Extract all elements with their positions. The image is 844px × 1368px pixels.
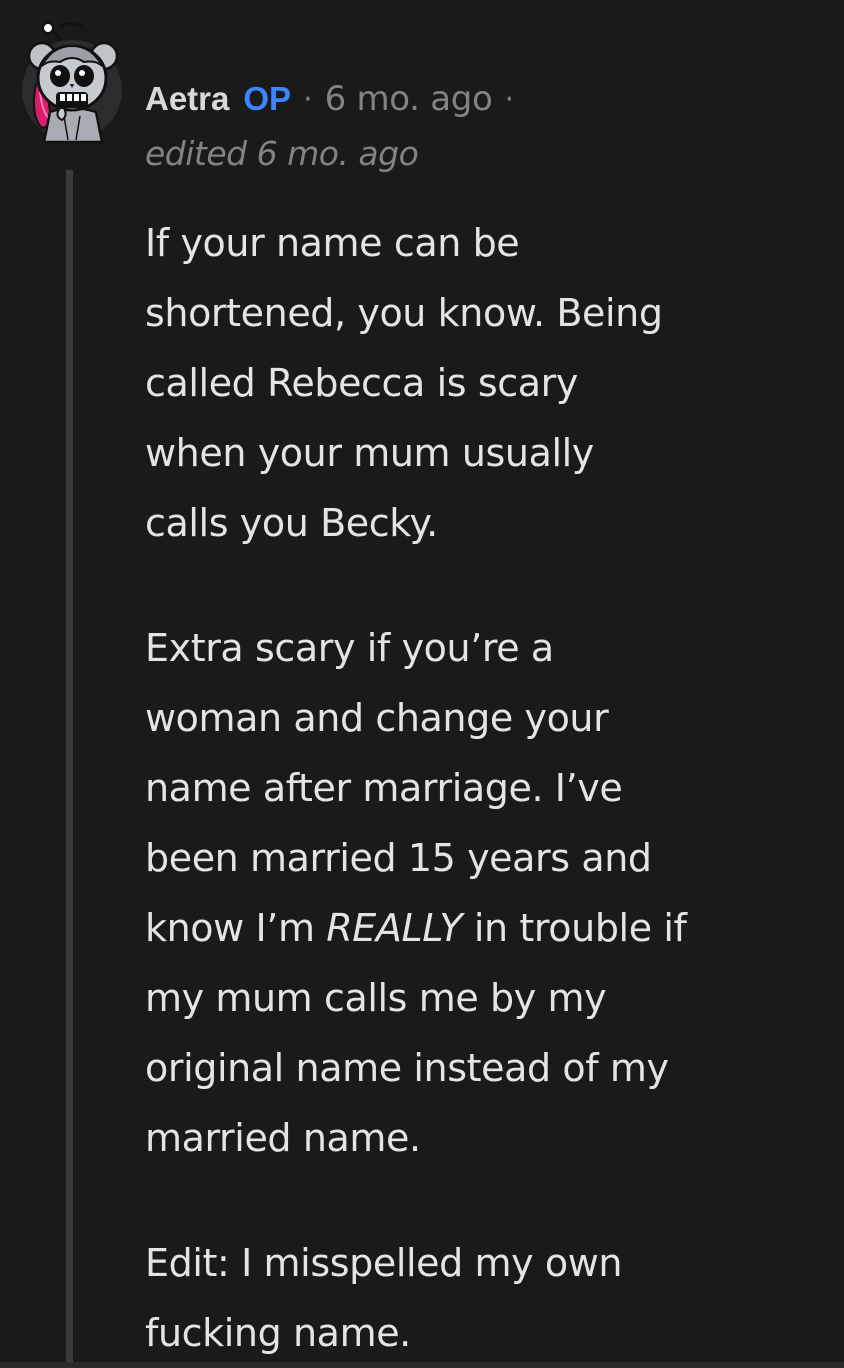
- text-line-fragment: know I’m: [145, 906, 327, 950]
- comment-paragraph-3: Edit: I misspelled my own fucking name.: [145, 1228, 825, 1368]
- text-line: name after marriage. I’ve: [145, 766, 623, 810]
- text-line: woman and change your: [145, 696, 609, 740]
- emphasis-text: REALLY: [326, 906, 463, 950]
- user-avatar[interactable]: [20, 20, 124, 144]
- comment-timestamp[interactable]: 6 mo. ago: [325, 79, 493, 119]
- text-line: If your name can be: [145, 221, 520, 265]
- text-line: calls you Becky.: [145, 501, 438, 545]
- text-line: my mum calls me by my: [145, 976, 607, 1020]
- comment-body: If your name can be shortened, you know.…: [145, 208, 825, 1368]
- bottom-divider: [0, 1362, 844, 1368]
- comment-meta: Aetra OP · 6 mo. ago ·: [145, 74, 526, 124]
- comment-paragraph-1: If your name can be shortened, you know.…: [145, 208, 825, 558]
- meta-separator: ·: [303, 81, 313, 117]
- op-badge: OP: [243, 80, 292, 117]
- comment-paragraph-2: Extra scary if you’re a woman and change…: [145, 613, 825, 1173]
- text-line: shortened, you know. Being: [145, 291, 663, 335]
- thread-collapse-line[interactable]: [66, 170, 73, 1368]
- text-line: fucking name.: [145, 1311, 411, 1355]
- text-line: original name instead of my: [145, 1046, 669, 1090]
- snoo-avatar-skull-icon: [22, 22, 122, 144]
- meta-separator-trailing: ·: [504, 81, 515, 117]
- text-line: when your mum usually: [145, 431, 594, 475]
- text-line: Edit: I misspelled my own: [145, 1241, 623, 1285]
- text-line: been married 15 years and: [145, 836, 652, 880]
- edited-label: edited 6 mo. ago: [145, 134, 419, 173]
- text-line: married name.: [145, 1116, 421, 1160]
- text-line: called Rebecca is scary: [145, 361, 578, 405]
- text-line-fragment: in trouble if: [462, 906, 687, 950]
- author-username[interactable]: Aetra: [145, 80, 229, 118]
- text-line: Extra scary if you’re a: [145, 626, 554, 670]
- comment: Aetra OP · 6 mo. ago · edited 6 mo. ago …: [0, 0, 844, 1368]
